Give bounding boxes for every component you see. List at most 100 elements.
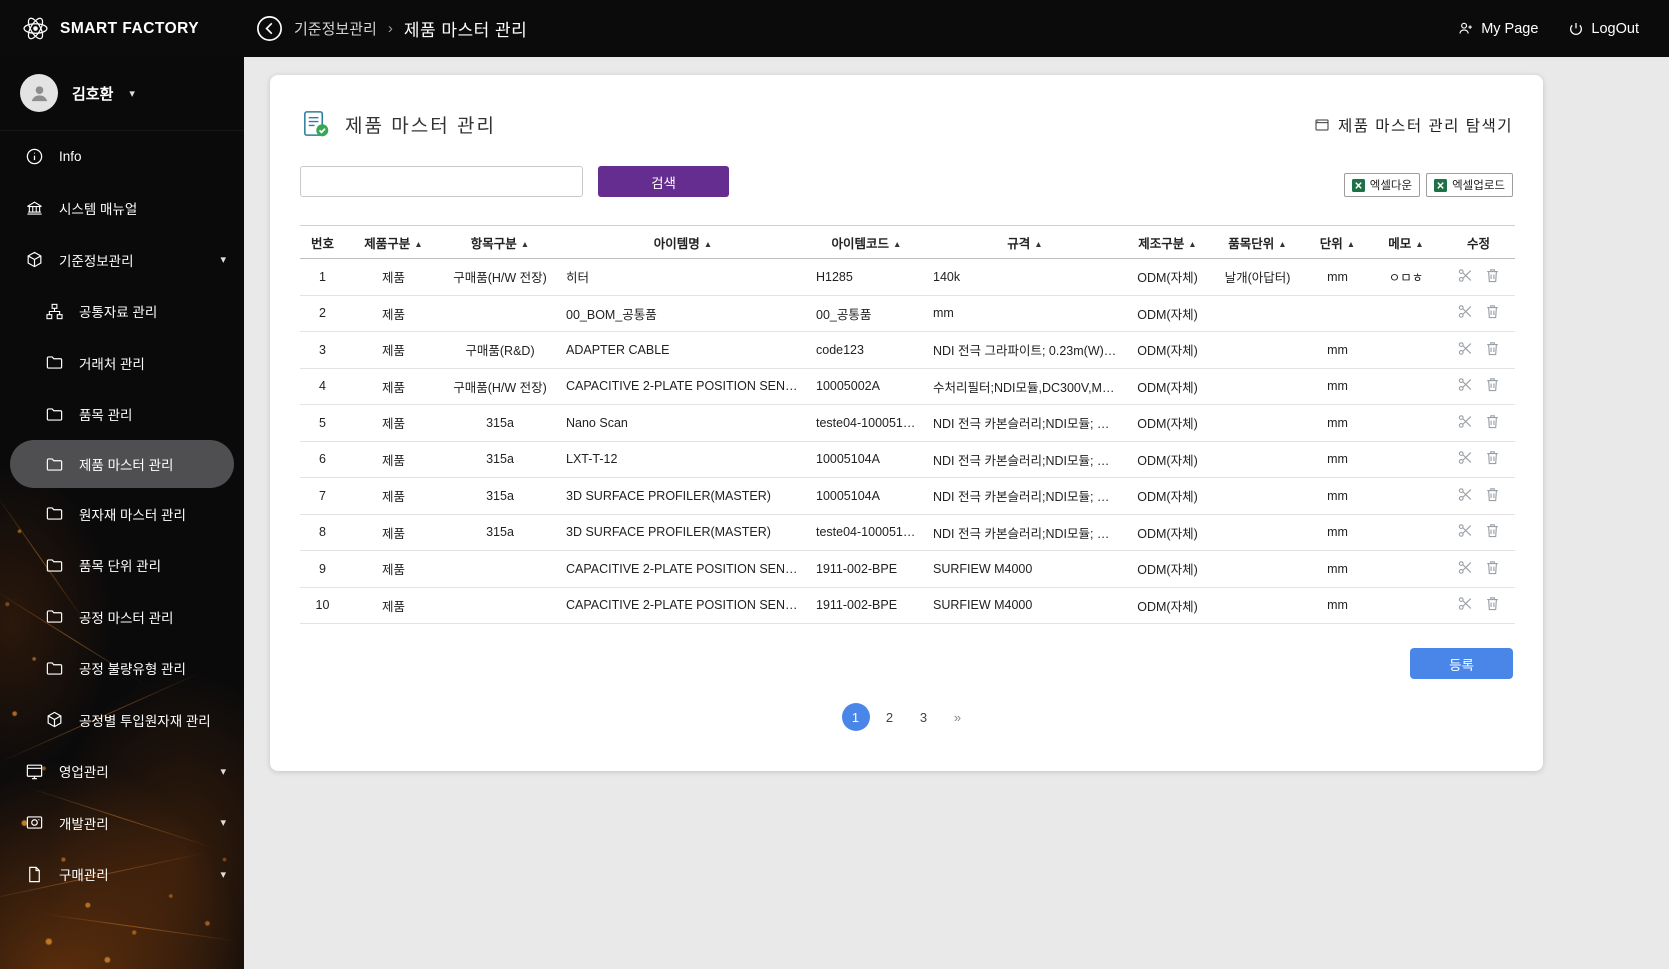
edit-button[interactable]: [1452, 338, 1479, 362]
sidebar-subitem[interactable]: 원자재 마스터 관리: [0, 488, 244, 540]
search-input[interactable]: [300, 166, 583, 197]
topbar-actions: My Page LogOut: [1457, 20, 1669, 37]
breadcrumb-parent[interactable]: 기준정보관리: [294, 18, 377, 39]
delete-button[interactable]: [1479, 557, 1506, 581]
table-row[interactable]: 5제품315aNano Scanteste04-10005104ANDI 전극 …: [300, 405, 1515, 442]
sidebar-item-label: 기준정보관리: [59, 250, 134, 270]
cell-no: 5: [300, 405, 345, 442]
edit-button[interactable]: [1452, 374, 1479, 398]
delete-button[interactable]: [1479, 520, 1506, 544]
sidebar-subitem[interactable]: 거래처 관리: [0, 337, 244, 389]
delete-button[interactable]: [1479, 593, 1506, 617]
sidebar-subitem[interactable]: 공정별 투입원자재 관리: [0, 694, 244, 746]
sidebar-subitem[interactable]: 품목 관리: [0, 389, 244, 441]
search-button[interactable]: 검색: [598, 166, 729, 197]
sidebar-subitem[interactable]: 공통자료 관리: [0, 286, 244, 338]
sidebar-item[interactable]: 시스템 매뉴얼: [0, 183, 244, 235]
next-page-button[interactable]: »: [944, 703, 972, 731]
excel-download-button[interactable]: 엑셀다운: [1344, 173, 1420, 197]
cell-item-category: [442, 551, 558, 588]
cell-mfg-type: ODM(자체): [1125, 514, 1210, 551]
my-page-button[interactable]: My Page: [1457, 20, 1538, 37]
excel-upload-button[interactable]: 엑셀업로드: [1426, 173, 1513, 197]
delete-button[interactable]: [1479, 265, 1506, 289]
trash-icon: [1484, 486, 1501, 503]
cell-actions: [1442, 368, 1515, 405]
back-button[interactable]: [256, 15, 283, 42]
sidebar-item-label: Info: [59, 149, 82, 164]
table-row[interactable]: 1제품구매품(H/W 전장)히터H1285140kODM(자체)날개(아답터)m…: [300, 259, 1515, 296]
table-row[interactable]: 2제품00_BOM_공통품00_공통품mmODM(자체): [300, 295, 1515, 332]
edit-button[interactable]: [1452, 447, 1479, 471]
delete-button[interactable]: [1479, 338, 1506, 362]
sidebar-item[interactable]: 영업관리▾: [0, 746, 244, 798]
column-header-item-name[interactable]: 아이템명▲: [558, 226, 808, 259]
table-row[interactable]: 10제품CAPACITIVE 2-PLATE POSITION SENSOR19…: [300, 587, 1515, 624]
page-button-1[interactable]: 1: [842, 703, 870, 731]
cell-item-code: 10005104A: [808, 478, 925, 515]
column-header-unit[interactable]: 단위▲: [1305, 226, 1370, 259]
sort-asc-icon: ▲: [893, 239, 901, 249]
explorer-link[interactable]: 제품 마스터 관리 탐색기: [1314, 114, 1513, 136]
sidebar-subitem[interactable]: 제품 마스터 관리: [10, 440, 234, 488]
sidebar-item-label: 시스템 매뉴얼: [59, 198, 137, 218]
delete-button[interactable]: [1479, 447, 1506, 471]
cell-item-code: teste04-10005104A: [808, 405, 925, 442]
column-header-item-category[interactable]: 항목구분▲: [442, 226, 558, 259]
column-header-memo[interactable]: 메모▲: [1370, 226, 1442, 259]
table-row[interactable]: 6제품315aLXT-T-1210005104ANDI 전극 카본슬러리;NDI…: [300, 441, 1515, 478]
cell-memo: [1370, 405, 1442, 442]
excel-download-label: 엑셀다운: [1370, 177, 1412, 193]
page-button-3[interactable]: 3: [910, 703, 938, 731]
cell-mfg-type: ODM(자체): [1125, 368, 1210, 405]
table-row[interactable]: 4제품구매품(H/W 전장)CAPACITIVE 2-PLATE POSITIO…: [300, 368, 1515, 405]
brand: SMART FACTORY: [0, 15, 244, 42]
sort-asc-icon: ▲: [1415, 239, 1423, 249]
edit-button[interactable]: [1452, 484, 1479, 508]
cell-item-unit: [1210, 368, 1305, 405]
sidebar-item[interactable]: 구매관리▾: [0, 849, 244, 901]
cell-product-type: 제품: [345, 368, 442, 405]
edit-button[interactable]: [1452, 301, 1479, 325]
cell-actions: [1442, 551, 1515, 588]
sidebar-item[interactable]: Info: [0, 131, 244, 183]
user-menu[interactable]: 김호환 ▾: [0, 57, 244, 131]
edit-button[interactable]: [1452, 265, 1479, 289]
register-button[interactable]: 등록: [1410, 648, 1513, 679]
sidebar-item[interactable]: 기준정보관리▾: [0, 234, 244, 286]
delete-button[interactable]: [1479, 484, 1506, 508]
sidebar-item[interactable]: 개발관리▾: [0, 797, 244, 849]
delete-button[interactable]: [1479, 301, 1506, 325]
column-header-product-type[interactable]: 제품구분▲: [345, 226, 442, 259]
column-header-mfg-type[interactable]: 제조구분▲: [1125, 226, 1210, 259]
trash-icon: [1484, 303, 1501, 320]
column-header-item-code[interactable]: 아이템코드▲: [808, 226, 925, 259]
sitemap-icon: [44, 302, 64, 321]
table-row[interactable]: 3제품구매품(R&D)ADAPTER CABLEcode123NDI 전극 그라…: [300, 332, 1515, 369]
sidebar-subitem[interactable]: 공정 불량유형 관리: [0, 643, 244, 695]
cell-no: 8: [300, 514, 345, 551]
edit-button[interactable]: [1452, 593, 1479, 617]
table-row[interactable]: 8제품315a3D SURFACE PROFILER(MASTER)teste0…: [300, 514, 1515, 551]
cell-actions: [1442, 332, 1515, 369]
page-button-2[interactable]: 2: [876, 703, 904, 731]
cell-unit: mm: [1305, 368, 1370, 405]
cell-unit: mm: [1305, 514, 1370, 551]
edit-button[interactable]: [1452, 411, 1479, 435]
sidebar-subitem[interactable]: 품목 단위 관리: [0, 540, 244, 592]
sidebar-subitem[interactable]: 공정 마스터 관리: [0, 591, 244, 643]
column-header-item-unit[interactable]: 품목단위▲: [1210, 226, 1305, 259]
edit-button[interactable]: [1452, 557, 1479, 581]
column-header-actions: 수정: [1442, 226, 1515, 259]
edit-button[interactable]: [1452, 520, 1479, 544]
logout-button[interactable]: LogOut: [1568, 21, 1639, 37]
delete-button[interactable]: [1479, 411, 1506, 435]
cell-item-category: 구매품(R&D): [442, 332, 558, 369]
cell-mfg-type: ODM(자체): [1125, 259, 1210, 296]
table-row[interactable]: 9제품CAPACITIVE 2-PLATE POSITION SENSOR191…: [300, 551, 1515, 588]
delete-button[interactable]: [1479, 374, 1506, 398]
cell-memo: ㅇㅁㅎ: [1370, 259, 1442, 296]
table-row[interactable]: 7제품315a3D SURFACE PROFILER(MASTER)100051…: [300, 478, 1515, 515]
column-header-spec[interactable]: 규격▲: [925, 226, 1125, 259]
trash-icon: [1484, 267, 1501, 284]
